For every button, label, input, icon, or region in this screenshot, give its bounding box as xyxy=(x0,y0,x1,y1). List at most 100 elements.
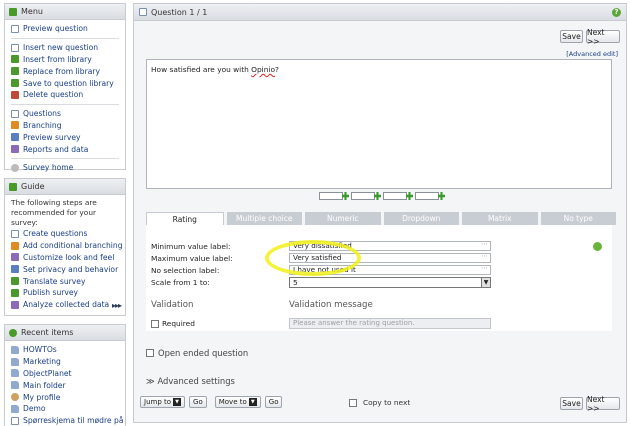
open-ended-checkbox[interactable] xyxy=(146,349,154,357)
copy-to-next-checkbox[interactable] xyxy=(349,398,357,407)
preview-icon xyxy=(11,24,19,33)
recent-header: Recent items xyxy=(5,325,125,341)
tab-matrix[interactable]: Matrix xyxy=(462,212,538,225)
question-header: Question 1 / 1 xyxy=(134,4,626,21)
recent-item[interactable]: Spørreskjema til mødre på xyxy=(11,415,124,426)
recent-item[interactable]: Demo xyxy=(11,403,119,415)
menu-item-delete-question[interactable]: Delete question xyxy=(11,89,119,101)
copy-to-next-label: Copy to next xyxy=(363,398,411,407)
menu-divider xyxy=(11,103,119,105)
chevron-down-icon: ▼ xyxy=(173,398,182,406)
guide-step-privacy[interactable]: Set privacy and behavior xyxy=(11,263,119,275)
reports-icon xyxy=(11,145,19,154)
chevron-double-down-icon: ≫ xyxy=(146,376,155,386)
recent-item[interactable]: ObjectPlanet xyxy=(11,368,119,380)
advanced-settings-label: Advanced settings xyxy=(157,376,235,386)
open-ended-label: Open ended question xyxy=(158,348,249,358)
recent-icon xyxy=(9,328,17,337)
branching-icon xyxy=(11,121,19,130)
no-selection-label: No selection label: xyxy=(151,266,220,275)
scale-select[interactable]: 5 ▼ xyxy=(289,277,491,288)
question-text-brand: Opinio xyxy=(251,65,275,74)
jump-go-button[interactable]: Go xyxy=(189,396,207,408)
menu-item-survey-home[interactable]: Survey home xyxy=(11,162,119,174)
move-go-button[interactable]: Go xyxy=(264,396,283,408)
menu-item-preview-question[interactable]: Preview question xyxy=(11,23,119,35)
menu-item-reports-and-data[interactable]: Reports and data xyxy=(11,143,119,155)
add-choice-icon[interactable] xyxy=(383,192,407,200)
recent-panel: Recent items HOWTOs Marketing ObjectPlan… xyxy=(4,324,126,426)
open-ended-option[interactable]: Open ended question xyxy=(146,348,248,358)
question-doc-icon xyxy=(139,8,147,16)
add-list-icon[interactable] xyxy=(415,192,439,200)
menu-item-branching[interactable]: Branching xyxy=(11,120,119,132)
menu-arrow-icon xyxy=(9,7,17,16)
menu-item-insert-from-library[interactable]: Insert from library xyxy=(11,54,119,66)
validation-message-input[interactable]: Please answer the rating question. xyxy=(289,318,491,329)
annotation-highlight xyxy=(265,240,361,276)
question-text-editor[interactable]: How satisfied are you with Opinio? xyxy=(146,59,612,189)
tab-multiple-choice[interactable]: Multiple choice xyxy=(226,212,302,225)
chevron-down-icon[interactable]: ▼ xyxy=(481,278,490,287)
guide-step-publish[interactable]: Publish survey xyxy=(11,287,119,299)
next-button-bottom[interactable]: Next >> xyxy=(586,395,620,413)
menu-header: Menu xyxy=(5,4,125,20)
home-icon xyxy=(11,163,19,172)
advanced-edit-link[interactable]: [Advanced edit] xyxy=(566,50,618,58)
copy-to-next-option[interactable]: Copy to next xyxy=(349,398,410,407)
folder-icon xyxy=(11,404,19,413)
validation-message-title: Validation message xyxy=(289,300,373,310)
required-option[interactable]: Required xyxy=(151,319,195,328)
add-rating-icon[interactable] xyxy=(319,192,343,200)
guide-step-create-questions[interactable]: Create questions xyxy=(11,228,119,240)
guide-step-translate[interactable]: Translate survey xyxy=(11,275,119,287)
validation-title: Validation xyxy=(151,300,194,310)
guide-title: Guide xyxy=(21,182,45,191)
min-value-label: Minimum value label: xyxy=(151,242,231,251)
recent-item[interactable]: HOWTOs xyxy=(11,344,119,356)
guide-arrow-icon xyxy=(9,182,17,191)
guide-panel: Guide The following steps are recommende… xyxy=(4,178,126,316)
save-button-top[interactable]: Save xyxy=(560,30,583,43)
guide-step-look-and-feel[interactable]: Customize look and feel xyxy=(11,252,119,264)
tab-numeric[interactable]: Numeric xyxy=(305,212,381,225)
next-button-top[interactable]: Next >> xyxy=(586,28,620,46)
insert-icon xyxy=(11,43,19,52)
help-icon[interactable]: ? xyxy=(612,8,621,17)
guide-step-branching[interactable]: Add conditional branching xyxy=(11,240,123,252)
jump-to-select[interactable]: Jump to ▼ xyxy=(140,396,186,408)
privacy-icon xyxy=(11,265,19,274)
recent-title: Recent items xyxy=(21,328,74,337)
menu-item-questions[interactable]: Questions xyxy=(11,108,119,120)
folder-icon xyxy=(11,369,19,378)
add-text-icon[interactable] xyxy=(351,192,375,200)
recent-item[interactable]: Marketing xyxy=(11,356,119,368)
required-label: Required xyxy=(162,319,195,328)
replace-icon xyxy=(11,67,19,76)
move-to-select[interactable]: Move to ▼ xyxy=(214,396,261,408)
question-title: Question 1 / 1 xyxy=(151,7,208,17)
recent-item[interactable]: Main folder xyxy=(11,379,119,391)
create-questions-icon xyxy=(11,229,19,238)
menu-item-save-to-library[interactable]: Save to question library xyxy=(11,77,119,89)
publish-icon xyxy=(11,288,19,297)
rating-settings: Minimum value label: Very dissatisfied M… xyxy=(146,225,612,331)
recent-item[interactable]: My profile xyxy=(11,391,119,403)
confirm-icon[interactable] xyxy=(593,242,602,251)
menu-item-replace-from-library[interactable]: Replace from library xyxy=(11,65,119,77)
guide-step-analyze[interactable]: Analyze collected data xyxy=(11,299,119,311)
menu-item-preview-survey[interactable]: Preview survey xyxy=(11,131,119,143)
tab-no-type[interactable]: No type xyxy=(540,212,616,225)
folder-icon xyxy=(11,345,19,354)
chevron-down-icon: ▼ xyxy=(248,398,257,406)
save-library-icon xyxy=(11,79,19,88)
questions-icon xyxy=(11,109,19,118)
required-checkbox[interactable] xyxy=(151,319,159,328)
user-icon xyxy=(11,393,19,402)
tab-dropdown[interactable]: Dropdown xyxy=(383,212,459,225)
save-button-bottom[interactable]: Save xyxy=(560,397,583,410)
advanced-settings-toggle[interactable]: ≫ Advanced settings xyxy=(146,376,235,386)
menu-item-insert-new-question[interactable]: Insert new question xyxy=(11,42,119,54)
tab-rating[interactable]: Rating xyxy=(146,212,224,225)
guide-more-arrows[interactable]: ▸▸▸ xyxy=(112,301,122,310)
